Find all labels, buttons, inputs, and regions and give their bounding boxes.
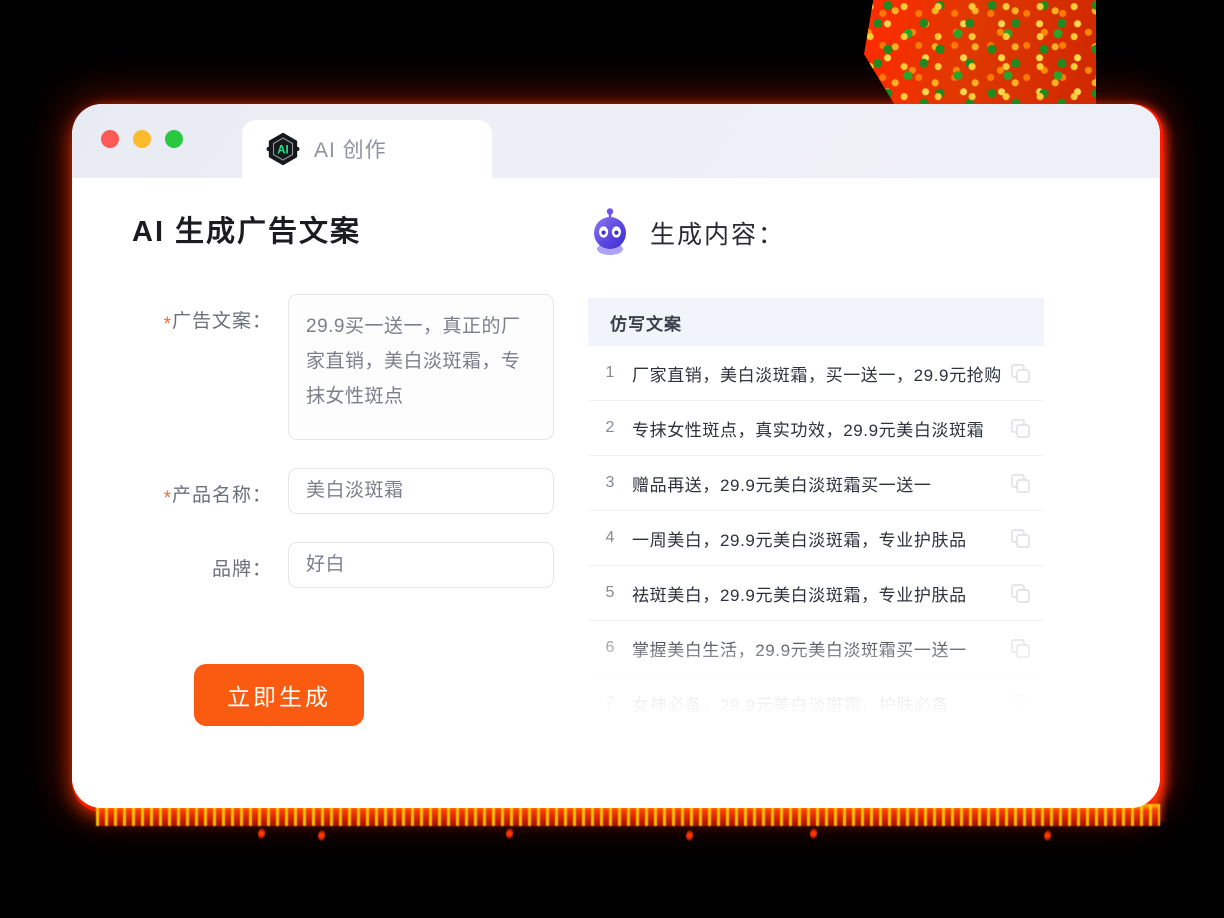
maximize-button[interactable] [165, 130, 183, 148]
glow-speck [686, 830, 693, 841]
row-text: 女神必备，29.9元美白淡斑霜，护肤必备 [632, 695, 950, 715]
table-row[interactable]: 7 女神必备，29.9元美白淡斑霜，护肤必备 [588, 676, 1044, 718]
row-text: 祛斑美白，29.9元美白淡斑霜，专业护肤品 [632, 585, 967, 605]
table-row[interactable]: 5 祛斑美白，29.9元美白淡斑霜，专业护肤品 [588, 566, 1044, 621]
row-index: 7 [605, 694, 615, 711]
glow-speck [506, 828, 513, 839]
row-index: 5 [605, 584, 615, 601]
row-text: 掌握美白生活，29.9元美白淡斑霜买一送一 [632, 640, 967, 660]
row-index: 4 [605, 529, 615, 546]
table-column-header: 仿写文案 [610, 314, 682, 334]
copy-icon[interactable] [1011, 473, 1030, 493]
required-asterisk: * [163, 314, 171, 335]
field-label-wrap: 品牌： [132, 542, 272, 581]
table-row[interactable]: 1 厂家直销，美白淡斑霜，买一送一，29.9元抢购 [588, 346, 1044, 401]
glow-speck [1044, 830, 1051, 841]
generate-button[interactable]: 立即生成 [194, 664, 364, 726]
required-asterisk: * [163, 488, 171, 509]
form-panel: AI 生成广告文案 * 广告文案： 29.9买一送一，真正的厂家直销，美白淡斑霜… [72, 208, 572, 808]
red-wedge-shape [866, 0, 986, 104]
field-control: 好白 [288, 542, 554, 588]
copy-icon[interactable] [1011, 418, 1030, 438]
row-index: 6 [605, 639, 615, 656]
window-content: AI 生成广告文案 * 广告文案： 29.9买一送一，真正的厂家直销，美白淡斑霜… [72, 178, 1160, 808]
glow-speck [318, 830, 325, 841]
glow-speck [258, 828, 265, 839]
table-header-row: 仿写文案 [588, 298, 1044, 346]
field-label-product-name: 产品名称： [171, 485, 272, 506]
tab-label: AI 创作 [314, 139, 387, 162]
row-text: 赠品再送，29.9元美白淡斑霜买一送一 [632, 475, 932, 495]
result-title: 生成内容： [650, 221, 786, 249]
result-panel: 生成内容： 仿写文案 1 厂家直销，美白淡斑霜，买一送一，29.9元抢购 2 专… [572, 208, 1160, 808]
result-header: 生成内容： [582, 208, 1120, 258]
app-window: AI AI 创作 AI 生成广告文案 * 广告文案： 29.9买一送一，真正的厂… [72, 104, 1160, 808]
field-label-ad-copy: 广告文案： [171, 311, 272, 332]
brand-input[interactable]: 好白 [288, 542, 554, 588]
row-index: 2 [605, 419, 615, 436]
field-product-name: * 产品名称： 美白淡斑霜 [132, 468, 572, 514]
field-control: 29.9买一送一，真正的厂家直销，美白淡斑霜，专抹女性斑点 [288, 294, 554, 440]
traffic-light-group [101, 130, 183, 148]
svg-text:AI: AI [277, 145, 289, 157]
tab-ai-creation[interactable]: AI AI 创作 [242, 120, 492, 178]
row-text: 专抹女性斑点，真实功效，29.9元美白淡斑霜 [632, 420, 985, 440]
table-row[interactable]: 4 一周美白，29.9元美白淡斑霜，专业护肤品 [588, 511, 1044, 566]
results-table: 仿写文案 1 厂家直销，美白淡斑霜，买一送一，29.9元抢购 2 专抹女性斑点，… [588, 298, 1044, 718]
field-control: 美白淡斑霜 [288, 468, 554, 514]
row-text: 一周美白，29.9元美白淡斑霜，专业护肤品 [632, 530, 967, 550]
table-row[interactable]: 6 掌握美白生活，29.9元美白淡斑霜买一送一 [588, 621, 1044, 676]
glow-speck [810, 828, 817, 839]
copy-icon[interactable] [1011, 638, 1030, 658]
copy-icon[interactable] [1011, 528, 1030, 548]
page-title: AI 生成广告文案 [132, 216, 362, 248]
robot-icon [594, 208, 626, 255]
row-text: 厂家直销，美白淡斑霜，买一送一，29.9元抢购 [632, 365, 1002, 385]
field-brand: 品牌： 好白 [132, 542, 572, 588]
close-button[interactable] [101, 130, 119, 148]
row-index: 1 [605, 364, 615, 381]
copy-icon[interactable] [1011, 363, 1030, 383]
product-name-input[interactable]: 美白淡斑霜 [288, 468, 554, 514]
copy-icon[interactable] [1011, 693, 1030, 713]
field-label-wrap: * 产品名称： [132, 468, 272, 509]
minimize-button[interactable] [133, 130, 151, 148]
table-row[interactable]: 2 专抹女性斑点，真实功效，29.9元美白淡斑霜 [588, 401, 1044, 456]
field-label-brand: 品牌： [211, 559, 272, 580]
table-row[interactable]: 3 赠品再送，29.9元美白淡斑霜买一送一 [588, 456, 1044, 511]
field-ad-copy: * 广告文案： 29.9买一送一，真正的厂家直销，美白淡斑霜，专抹女性斑点 [132, 294, 572, 440]
field-label-wrap: * 广告文案： [132, 294, 272, 335]
confetti-texture-block [864, 0, 1096, 104]
copy-icon[interactable] [1011, 583, 1030, 603]
ad-copy-textarea[interactable]: 29.9买一送一，真正的厂家直销，美白淡斑霜，专抹女性斑点 [288, 294, 554, 440]
window-titlebar: AI AI 创作 [72, 104, 1160, 178]
ai-hexagon-icon: AI [266, 132, 300, 166]
row-index: 3 [605, 474, 615, 491]
